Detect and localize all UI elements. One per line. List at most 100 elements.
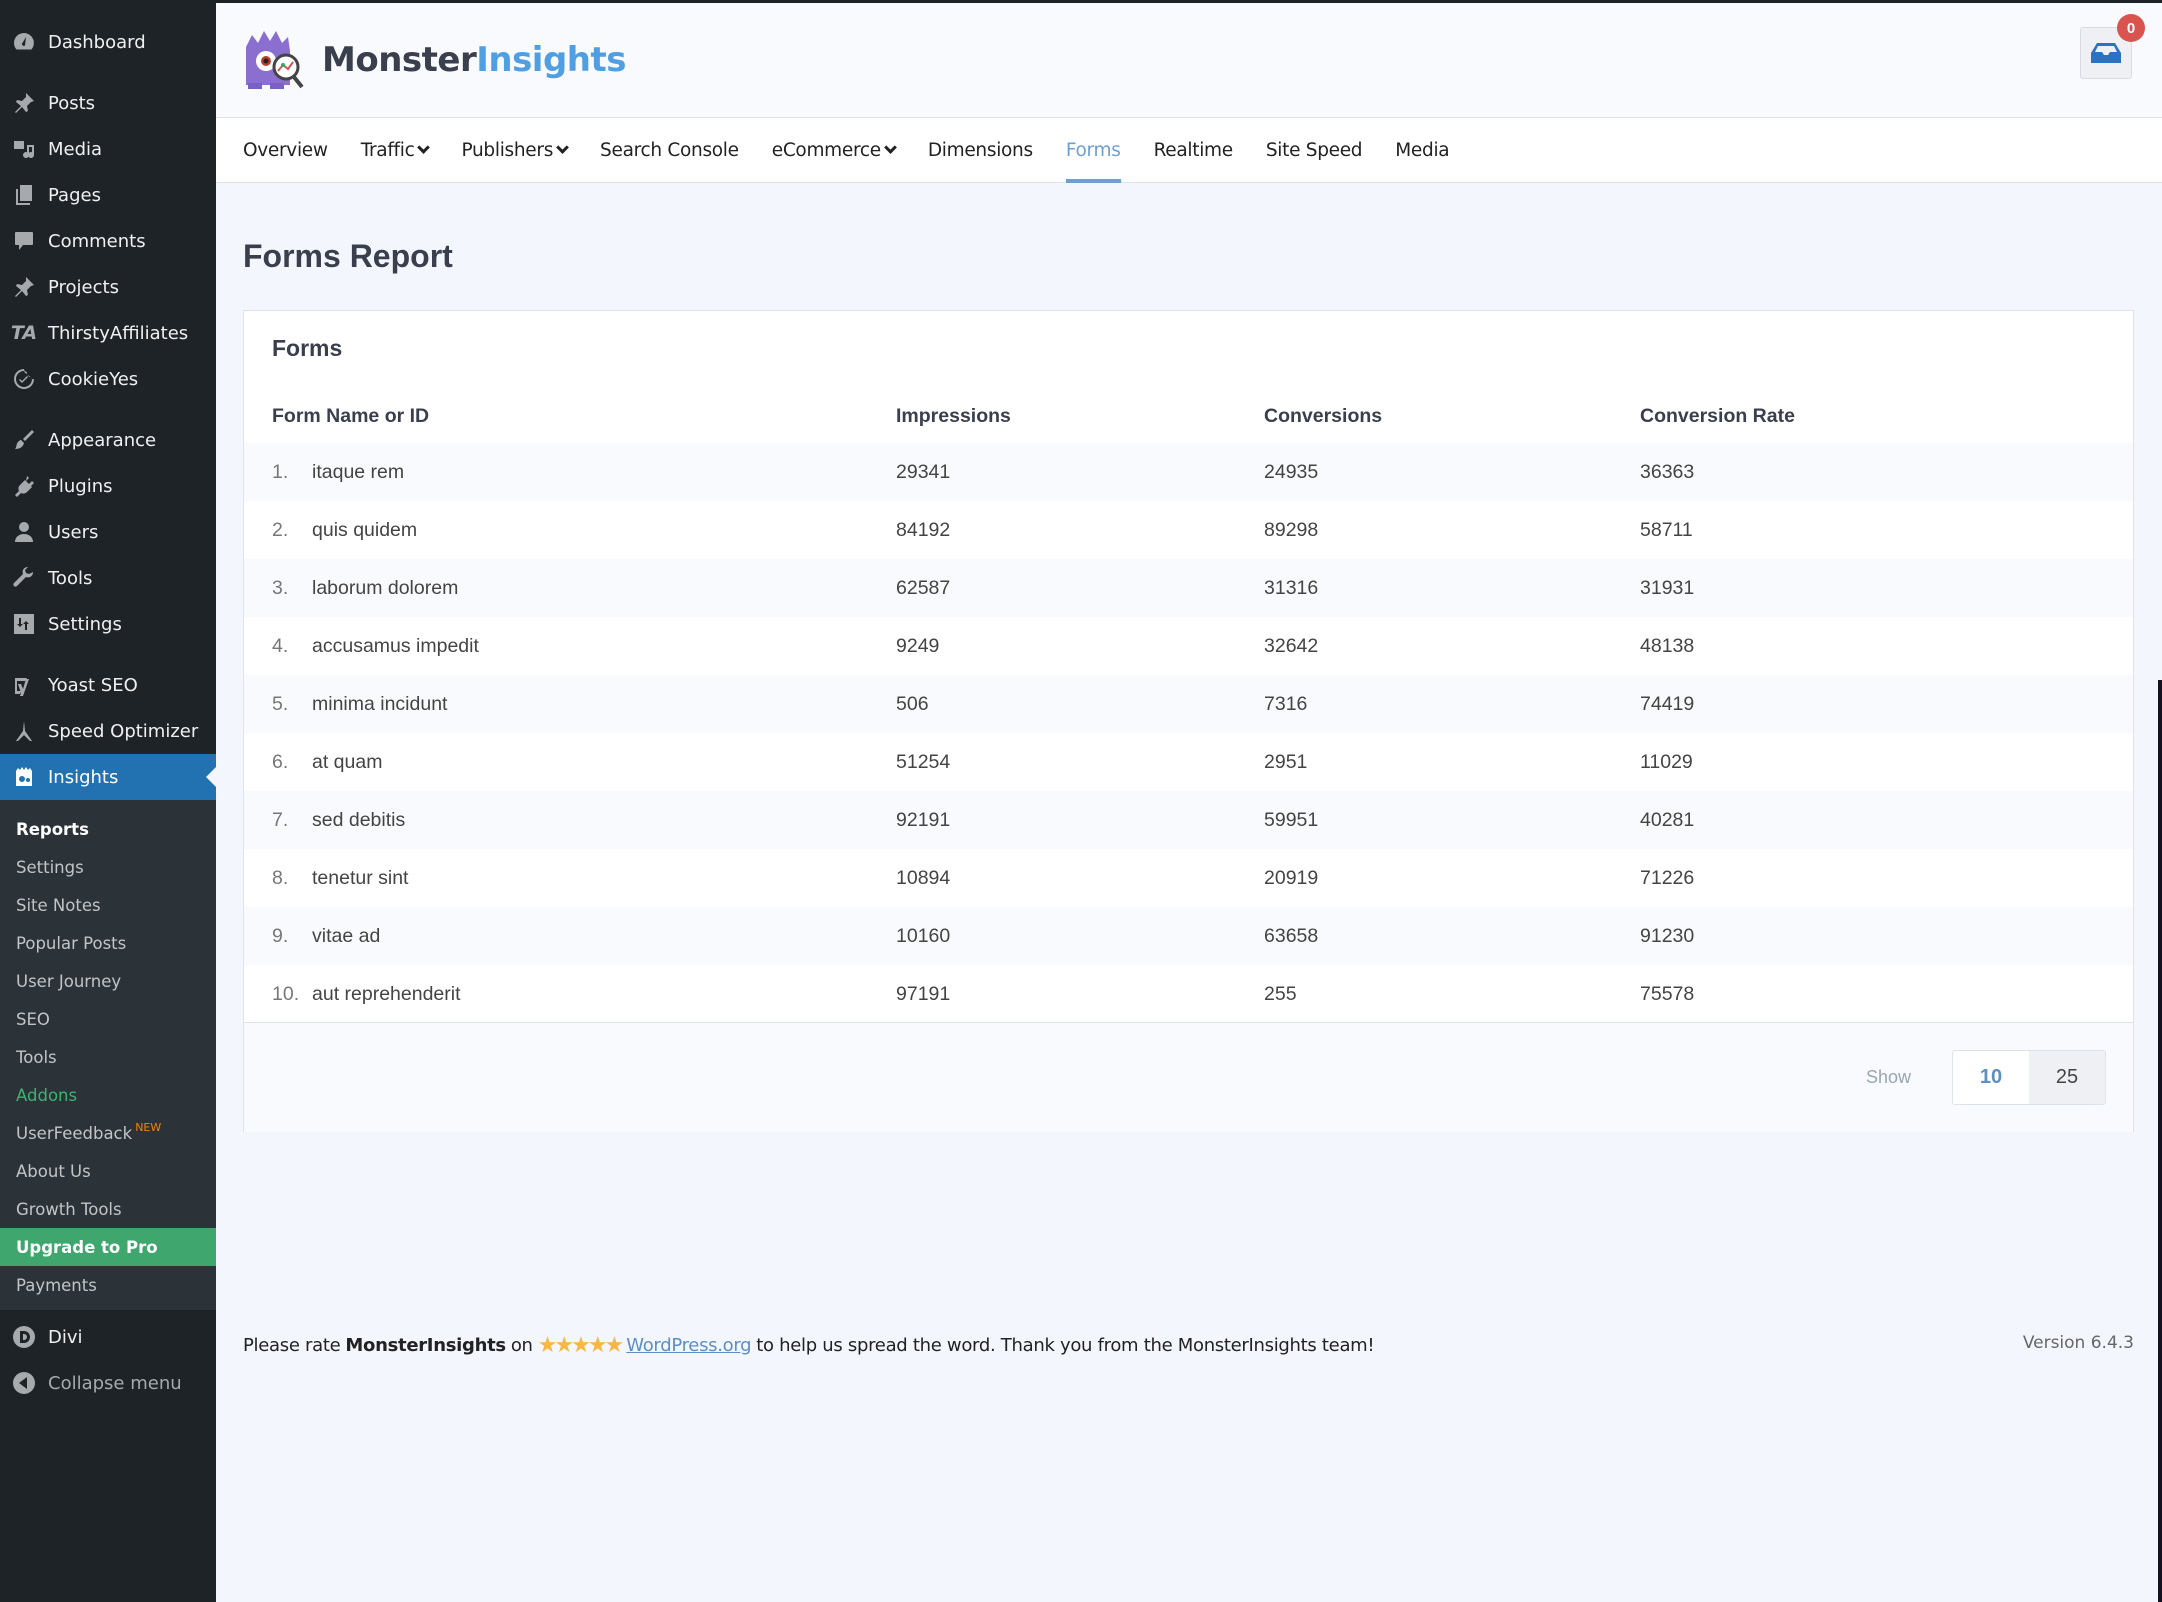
sidebar-item-plugins[interactable]: Plugins — [0, 463, 216, 509]
tab-label: Media — [1395, 139, 1450, 161]
footer-brand: MonsterInsights — [345, 1335, 506, 1356]
sidebar-item-label: Comments — [48, 230, 146, 252]
tab-media[interactable]: Media — [1395, 118, 1449, 183]
submenu-item-popular-posts[interactable]: Popular Posts — [0, 924, 216, 962]
submenu-item-seo[interactable]: SEO — [0, 1000, 216, 1038]
page-size-10-button[interactable]: 10 — [1953, 1051, 2029, 1104]
submenu-item-upgrade-to-pro[interactable]: Upgrade to Pro — [0, 1228, 216, 1266]
sidebar-item-thirstyaffiliates[interactable]: TA ThirstyAffiliates — [0, 310, 216, 356]
sidebar-item-media[interactable]: Media — [0, 126, 216, 172]
impressions-value: 9249 — [896, 634, 940, 657]
submenu-item-about-us[interactable]: About Us — [0, 1152, 216, 1190]
divi-icon — [10, 1323, 38, 1351]
wordpress-org-link[interactable]: WordPress.org — [626, 1335, 751, 1356]
sidebar-item-label: Yoast SEO — [48, 674, 138, 696]
sidebar-item-label: Tools — [48, 567, 93, 589]
page-size-25-button[interactable]: 25 — [2029, 1051, 2105, 1104]
tab-label: Overview — [243, 139, 328, 161]
sidebar-item-comments[interactable]: Comments — [0, 218, 216, 264]
media-icon — [10, 135, 38, 163]
form-name: itaque rem — [312, 460, 405, 483]
row-index: 6. — [272, 750, 289, 773]
row-index: 7. — [272, 808, 289, 831]
row-index: 10. — [272, 982, 300, 1005]
submenu-item-reports[interactable]: Reports — [0, 810, 216, 848]
row-index: 4. — [272, 634, 289, 657]
impressions-value: 62587 — [896, 576, 951, 599]
submenu-item-user-journey[interactable]: User Journey — [0, 962, 216, 1000]
tab-forms[interactable]: Forms — [1065, 118, 1121, 183]
submenu-item-tools[interactable]: Tools — [0, 1038, 216, 1076]
sidebar-item-appearance[interactable]: Appearance — [0, 417, 216, 463]
submenu-item-userfeedback[interactable]: UserFeedback NEW — [0, 1114, 216, 1152]
conversion-rate-value: 31931 — [1640, 576, 1695, 599]
tab-label: Search Console — [600, 139, 739, 161]
logo-text-monster: Monster — [322, 40, 477, 80]
pin-icon — [10, 273, 38, 301]
sidebar-item-posts[interactable]: Posts — [0, 80, 216, 126]
sidebar-item-tools[interactable]: Tools — [0, 555, 216, 601]
table-row: 9. vitae ad 10160 63658 91230 — [244, 907, 2133, 965]
impressions-value: 84192 — [896, 518, 951, 541]
monsterinsights-logo[interactable]: MonsterInsights — [242, 29, 626, 91]
conversions-value: 31316 — [1264, 576, 1319, 599]
five-stars-icon[interactable]: ★★★★★ — [538, 1333, 625, 1358]
sidebar-item-cookieyes[interactable]: CookieYes — [0, 356, 216, 402]
submenu-item-addons[interactable]: Addons — [0, 1076, 216, 1114]
ta-icon: TA — [10, 322, 38, 344]
tab-label: Site Speed — [1265, 139, 1363, 161]
tab-realtime[interactable]: Realtime — [1154, 118, 1234, 183]
sidebar-item-label: Media — [48, 138, 103, 160]
sidebar-item-pages[interactable]: Pages — [0, 172, 216, 218]
yoast-icon — [10, 671, 38, 699]
column-header-conversions: Conversions — [1264, 404, 1383, 427]
page-size-selector: 10 25 — [1952, 1050, 2106, 1105]
tab-dimensions[interactable]: Dimensions — [928, 118, 1033, 183]
notifications-button[interactable]: 0 — [2080, 14, 2145, 79]
submenu-item-growth-tools[interactable]: Growth Tools — [0, 1190, 216, 1228]
dashboard-icon — [10, 28, 38, 56]
submenu-item-payments[interactable]: Payments — [0, 1266, 216, 1304]
conversion-rate-value: 11029 — [1640, 750, 1693, 773]
tab-publishers[interactable]: Publishers — [461, 118, 569, 183]
sidebar-item-dashboard[interactable]: Dashboard — [0, 19, 216, 65]
form-name: minima incidunt — [312, 692, 448, 715]
tab-search-console[interactable]: Search Console — [600, 118, 739, 183]
sidebar-item-label: Settings — [48, 613, 122, 635]
sidebar-item-users[interactable]: Users — [0, 509, 216, 555]
chevron-down-icon — [417, 140, 431, 154]
sidebar-item-settings[interactable]: Settings — [0, 601, 216, 647]
sidebar-item-yoast[interactable]: Yoast SEO — [0, 662, 216, 708]
tab-overview[interactable]: Overview — [243, 118, 328, 183]
sidebar-item-insights[interactable]: Insights — [0, 754, 216, 800]
version-label: Version 6.4.3 — [2022, 1333, 2134, 1353]
notification-count-badge: 0 — [2117, 14, 2145, 42]
conversions-value: 20919 — [1264, 866, 1319, 889]
row-index: 5. — [272, 692, 289, 715]
collapse-menu-button[interactable]: Collapse menu — [0, 1360, 216, 1406]
forms-card: Forms Form Name or ID Impressions Conver… — [243, 310, 2134, 1132]
impressions-value: 10894 — [896, 866, 951, 889]
plug-icon — [10, 472, 38, 500]
sidebar-item-projects[interactable]: Projects — [0, 264, 216, 310]
tab-site-speed[interactable]: Site Speed — [1265, 118, 1363, 183]
sidebar-item-divi[interactable]: Divi — [0, 1314, 216, 1360]
tab-traffic[interactable]: Traffic — [361, 118, 431, 183]
impressions-value: 29341 — [896, 460, 951, 483]
table-header: Form Name or ID Impressions Conversions … — [244, 391, 2133, 441]
footer-text: Please rate — [243, 1335, 341, 1356]
table-row: 2. quis quidem 84192 89298 58711 — [244, 501, 2133, 559]
submenu-item-settings[interactable]: Settings — [0, 848, 216, 886]
plugin-header: MonsterInsights 0 — [216, 3, 2162, 118]
impressions-value: 92191 — [896, 808, 951, 831]
submenu-item-site-notes[interactable]: Site Notes — [0, 886, 216, 924]
tab-ecommerce[interactable]: eCommerce — [772, 118, 897, 183]
conversion-rate-value: 91230 — [1640, 924, 1695, 947]
chevron-down-icon — [556, 140, 569, 154]
sidebar-item-label: CookieYes — [48, 368, 139, 390]
sidebar-item-label: Speed Optimizer — [48, 720, 199, 742]
sidebar-item-speed-optimizer[interactable]: Speed Optimizer — [0, 708, 216, 754]
form-name: accusamus impedit — [312, 634, 479, 657]
table-row: 1. itaque rem 29341 24935 36363 — [244, 443, 2133, 501]
cookie-icon — [10, 365, 38, 393]
